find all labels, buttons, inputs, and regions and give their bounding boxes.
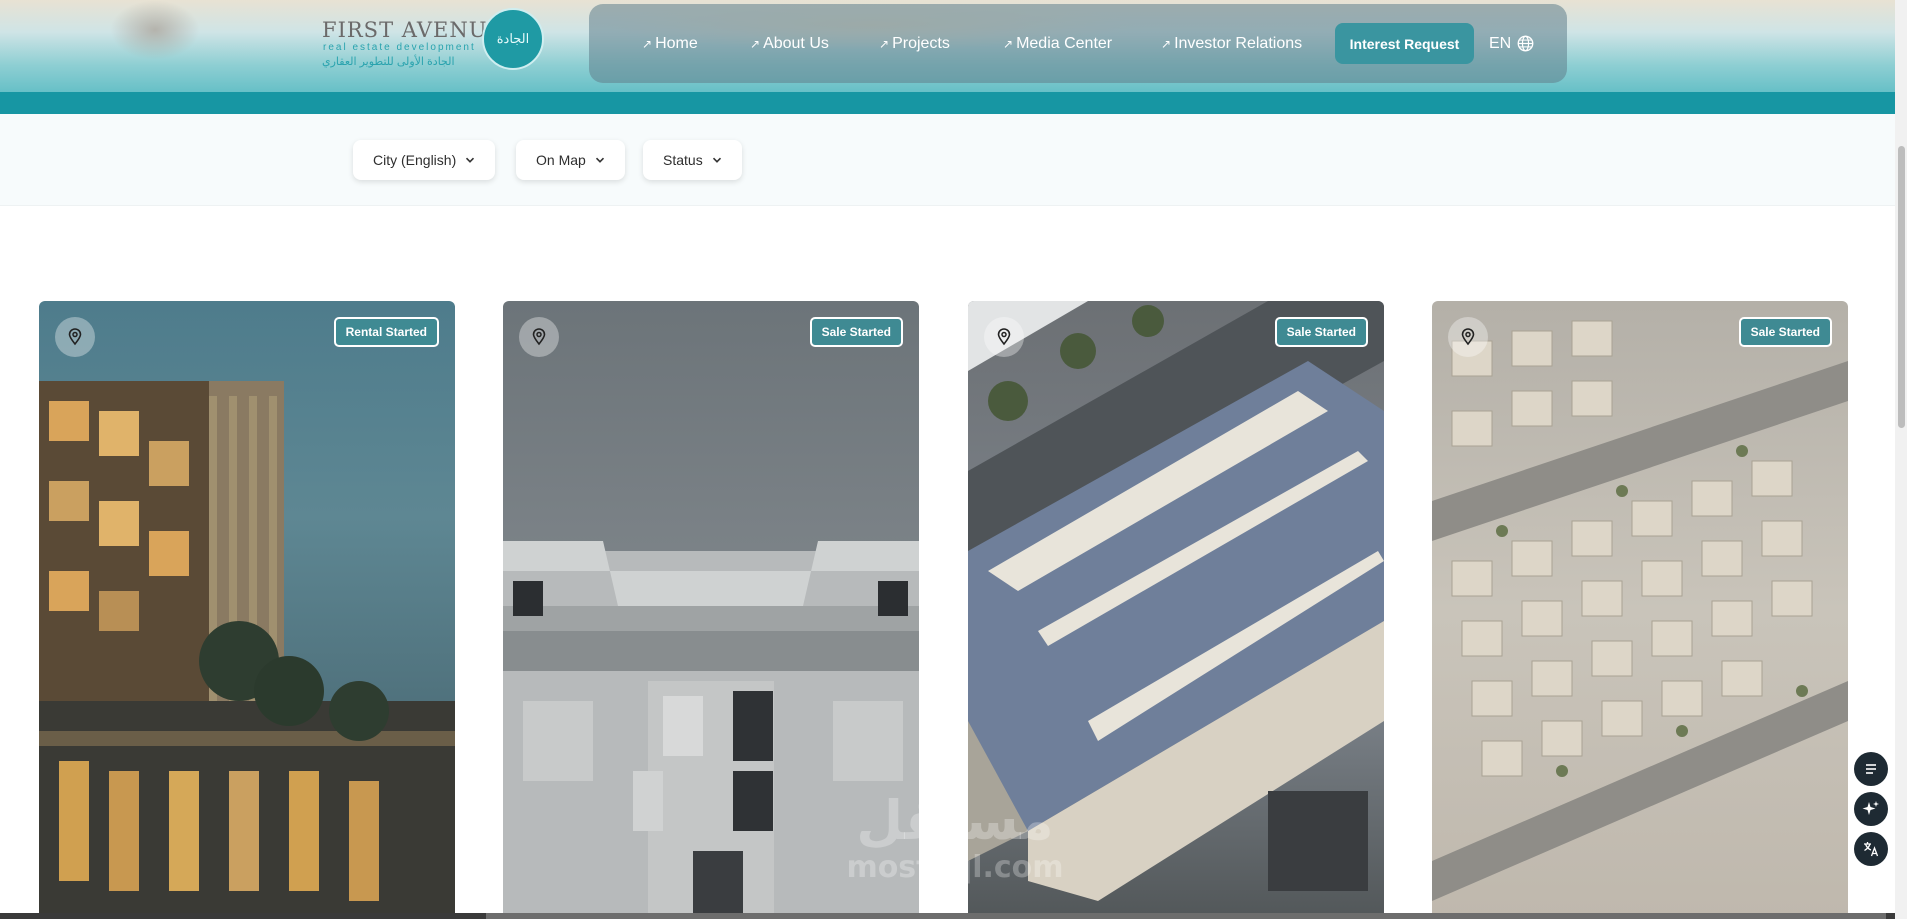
arrow-up-right-icon: ↗ [642, 36, 653, 51]
map-pin-button[interactable] [984, 317, 1024, 357]
vertical-scrollbar-thumb[interactable] [1898, 146, 1905, 428]
logo-arabic: الجادة الأولى للتطوير العقاري [322, 56, 455, 68]
chevron-down-icon [712, 157, 721, 163]
watermark: مستقل mostaql.com [835, 790, 1075, 900]
nav-label: Home [655, 34, 698, 52]
map-pin-button[interactable] [55, 317, 95, 357]
logo-seal-text: الجادة [496, 31, 530, 47]
arrow-up-right-icon: ↗ [1003, 36, 1014, 51]
map-pin-icon [532, 328, 546, 346]
arrow-up-right-icon: ↗ [1161, 36, 1172, 51]
filter-label: On Map [536, 152, 586, 168]
nav-item-home[interactable]: ↗ Home [642, 4, 698, 83]
project-card[interactable]: Sale Started [1432, 301, 1848, 919]
map-pin-icon [1461, 328, 1475, 346]
filter-label: Status [663, 152, 703, 168]
interest-request-button[interactable]: Interest Request [1335, 23, 1474, 64]
filter-bar: City (English) On Map Status [0, 114, 1895, 206]
nav-item-about[interactable]: ↗ About Us [750, 4, 829, 83]
translate-icon [1864, 842, 1879, 857]
arrow-up-right-icon: ↗ [879, 36, 890, 51]
project-card[interactable]: Rental Started [39, 301, 455, 919]
status-badge: Sale Started [809, 317, 903, 347]
main-nav: ↗ Home ↗ About Us ↗ Projects ↗ Media Center … [589, 4, 1567, 83]
watermark-latin: mostaql.com [846, 850, 1064, 885]
map-pin-icon [68, 328, 82, 346]
map-pin-button[interactable] [519, 317, 559, 357]
logo-seal: الجادة [482, 8, 544, 70]
translate-button[interactable] [1854, 832, 1888, 866]
sparkle-icon [1862, 801, 1879, 815]
nav-item-projects[interactable]: ↗ Projects [879, 4, 950, 83]
nav-item-media-center[interactable]: ↗ Media Center [1003, 4, 1112, 83]
list-icon [1866, 764, 1876, 774]
nav-label: Projects [892, 34, 950, 52]
ai-assist-button[interactable] [1854, 792, 1888, 826]
globe-icon [1517, 35, 1534, 52]
horizontal-scrollbar-thumb[interactable] [486, 913, 1886, 919]
status-filter-dropdown[interactable]: Status [643, 140, 742, 180]
chevron-down-icon [595, 157, 604, 163]
logo-subtitle: real estate development [323, 42, 476, 53]
on-map-filter-dropdown[interactable]: On Map [516, 140, 625, 180]
nav-item-investor-relations[interactable]: ↗ Investor Relations [1161, 4, 1302, 83]
chevron-down-icon [466, 157, 475, 163]
project-image [39, 381, 455, 919]
nav-label: Media Center [1016, 34, 1113, 52]
header-accent-bar [0, 92, 1895, 114]
arrow-up-right-icon: ↗ [750, 36, 761, 51]
status-badge: Sale Started [1738, 317, 1832, 347]
status-badge: Sale Started [1274, 317, 1368, 347]
logo-title: FIRST AVENUE [322, 18, 504, 42]
map-pin-icon [997, 328, 1011, 346]
watermark-arabic: مستقل [856, 789, 1054, 852]
map-pin-button[interactable] [1448, 317, 1488, 357]
filter-label: City (English) [373, 152, 457, 168]
nav-label: About Us [763, 34, 829, 52]
project-image [1432, 320, 1848, 901]
status-badge: Rental Started [333, 317, 439, 347]
nav-label: Investor Relations [1174, 34, 1303, 52]
city-filter-dropdown[interactable]: City (English) [353, 140, 496, 180]
language-switcher[interactable]: EN [1489, 4, 1534, 83]
vertical-scrollbar[interactable] [1895, 0, 1907, 919]
language-label: EN [1489, 34, 1512, 52]
brand-logo[interactable]: FIRST AVENUE real estate development الج… [322, 8, 544, 74]
list-button[interactable] [1854, 752, 1888, 786]
